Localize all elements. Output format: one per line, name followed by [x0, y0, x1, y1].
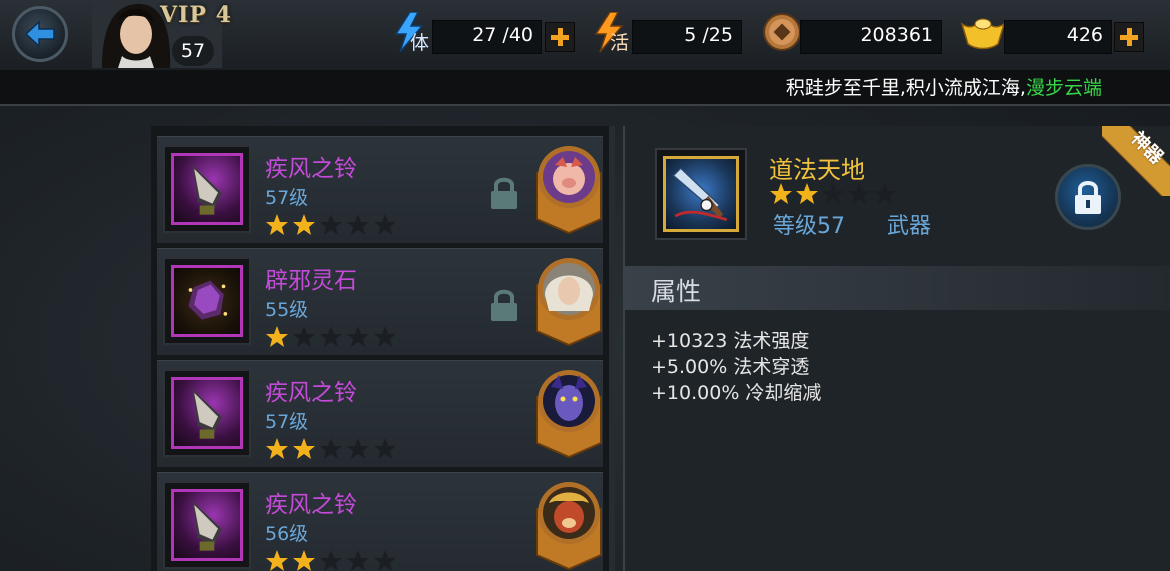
copper-coin-icon: [763, 13, 801, 51]
star-filled-icon: [266, 214, 288, 235]
item-name: 疾风之铃: [265, 156, 357, 182]
star-empty-icon: [320, 214, 342, 235]
lock-icon: [491, 289, 517, 321]
vitality-bar: 5 /25: [632, 20, 742, 54]
bell-icon: [192, 501, 222, 551]
player-level-badge: 57: [172, 36, 214, 66]
item-thumbnail: [163, 481, 251, 569]
star-empty-icon: [347, 438, 369, 459]
star-empty-icon: [374, 214, 396, 235]
coins-bar: 208361: [800, 20, 942, 54]
attributes-header: 属性: [625, 266, 1170, 310]
stamina-label: 体: [410, 32, 430, 54]
ticker-text: 积跬步至千里,积小流成江海,漫步云端: [786, 73, 1102, 100]
star-filled-icon: [266, 550, 288, 571]
star-filled-icon: [796, 183, 818, 204]
list-item[interactable]: 疾风之铃 56级: [157, 472, 603, 571]
item-detail-panel: 道法天地 等级57 武器 神器 属性 +10323 法术强度 +5.00% 法术…: [623, 126, 1170, 571]
white-hair-hero-portrait[interactable]: [533, 255, 605, 347]
weapon-thumbnail: [655, 148, 747, 240]
star-filled-icon: [293, 438, 315, 459]
vitality-value: 5 /25: [684, 24, 733, 46]
star-empty-icon: [320, 550, 342, 571]
gold-bar: 426: [1004, 20, 1112, 54]
item-level: 56级: [265, 523, 309, 545]
back-arrow-icon: [24, 20, 55, 48]
weapon-level: 等级57: [773, 214, 845, 239]
star-empty-icon: [822, 183, 844, 204]
item-stars: [265, 325, 397, 349]
bell-icon: [192, 389, 222, 439]
item-name: 辟邪灵石: [265, 268, 357, 294]
star-empty-icon: [347, 214, 369, 235]
star-empty-icon: [320, 326, 342, 347]
star-filled-icon: [266, 438, 288, 459]
item-name: 疾风之铃: [265, 492, 357, 518]
back-button[interactable]: [12, 6, 68, 62]
ticker-message: 积跬步至千里,积小流成江海,: [785, 77, 1026, 99]
attribute-row: +10.00% 冷却缩减: [651, 382, 822, 404]
monkey-king-hero-portrait[interactable]: [533, 479, 605, 571]
star-empty-icon: [374, 326, 396, 347]
weapon-type: 武器: [887, 214, 932, 239]
item-name: 疾风之铃: [265, 380, 357, 406]
star-empty-icon: [347, 550, 369, 571]
artifact-ribbon: 神器: [1102, 126, 1170, 196]
star-filled-icon: [770, 183, 792, 204]
top-bar: VIP 4 57 体 27 /40 活 5 /25 208361 426: [0, 0, 1170, 71]
star-empty-icon: [848, 183, 870, 204]
gold-ingot-icon: [960, 18, 1006, 50]
item-level: 57级: [265, 187, 309, 209]
lock-icon: [1075, 181, 1101, 214]
coins-value: 208361: [860, 24, 933, 46]
equipment-list[interactable]: 疾风之铃 57级 辟邪灵石 55级 疾风之铃 57级 疾风之铃 56级: [151, 126, 615, 571]
ticker-player-name: 漫步云端: [1025, 77, 1102, 99]
item-stars: [265, 437, 397, 461]
star-empty-icon: [874, 183, 896, 204]
attribute-row: +10323 法术强度: [651, 330, 810, 352]
item-level: 55级: [265, 299, 309, 321]
stamina-add-button[interactable]: [545, 22, 575, 52]
item-thumbnail: [163, 145, 251, 233]
weapon-name: 道法天地: [769, 156, 865, 184]
attribute-row: +5.00% 法术穿透: [651, 356, 810, 378]
gold-value: 426: [1066, 24, 1103, 46]
list-item[interactable]: 疾风之铃 57级: [157, 136, 603, 245]
item-level: 57级: [265, 411, 309, 433]
gold-add-button[interactable]: [1114, 22, 1144, 52]
lock-icon: [491, 177, 517, 209]
list-item[interactable]: 辟邪灵石 55级: [157, 248, 603, 357]
sword-icon: [672, 167, 728, 222]
star-empty-icon: [293, 326, 315, 347]
star-empty-icon: [374, 438, 396, 459]
star-filled-icon: [293, 214, 315, 235]
item-stars: [265, 549, 397, 571]
star-empty-icon: [347, 326, 369, 347]
vitality-label: 活: [610, 32, 630, 54]
attributes-title: 属性: [651, 277, 702, 306]
vip-label: VIP 4: [160, 2, 232, 28]
star-filled-icon: [293, 550, 315, 571]
list-item[interactable]: 疾风之铃 57级: [157, 360, 603, 469]
demon-hero-portrait[interactable]: [533, 367, 605, 459]
spirit-stone-icon: [185, 277, 228, 323]
pig-hero-portrait[interactable]: [533, 143, 605, 235]
stamina-value: 27 /40: [472, 24, 533, 46]
star-empty-icon: [320, 438, 342, 459]
star-empty-icon: [374, 550, 396, 571]
item-stars: [265, 213, 397, 237]
stamina-bar: 27 /40: [432, 20, 542, 54]
item-thumbnail: [163, 257, 251, 345]
announcement-ticker: 积跬步至千里,积小流成江海,漫步云端: [0, 70, 1170, 106]
weapon-stars: [769, 182, 897, 206]
item-thumbnail: [163, 369, 251, 457]
bell-icon: [192, 165, 222, 215]
attributes-list: +10323 法术强度 +5.00% 法术穿透 +10.00% 冷却缩减: [651, 328, 821, 406]
star-filled-icon: [266, 326, 288, 347]
